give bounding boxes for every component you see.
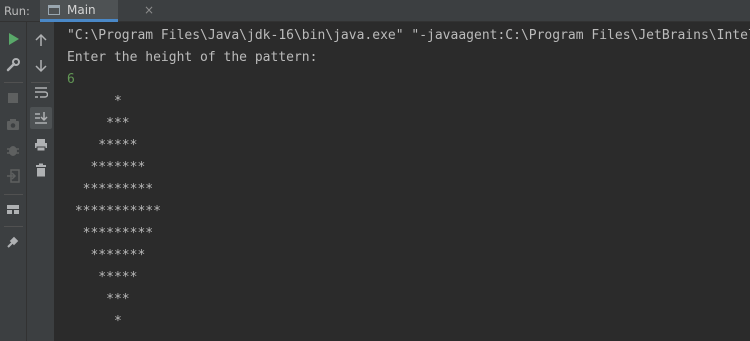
command-line: "C:\Program Files\Java\jdk-16\bin\java.e…: [67, 28, 750, 43]
debug-icon: [7, 146, 19, 156]
rerun-icon: [9, 33, 19, 45]
exit-icon: [7, 169, 20, 183]
trash-icon: [36, 163, 46, 177]
stop-button[interactable]: [2, 87, 24, 109]
layout-button[interactable]: [2, 198, 24, 220]
rerun-button[interactable]: [2, 28, 24, 50]
previous-occurrence-button[interactable]: [30, 29, 52, 51]
wrench-icon: [6, 58, 20, 72]
scroll-to-end-icon: [35, 112, 48, 124]
camera-icon: [7, 119, 19, 130]
output-line: *: [67, 314, 122, 329]
output-line: *****: [67, 270, 138, 285]
print-icon: [35, 139, 47, 152]
close-icon[interactable]: ×: [144, 3, 154, 17]
scroll-to-end-button[interactable]: [30, 107, 52, 129]
output-line: *******: [67, 248, 146, 263]
layout-icon: [7, 205, 19, 214]
next-occurrence-button[interactable]: [30, 55, 52, 77]
soft-wrap-icon: [35, 87, 48, 98]
output-line: *******: [67, 160, 146, 175]
output-line: *: [67, 94, 122, 109]
toolbar-separator: [4, 226, 23, 227]
user-input-line: 6: [67, 72, 75, 87]
pin-icon: [7, 236, 19, 248]
output-line: ***: [67, 116, 130, 131]
print-button[interactable]: [30, 134, 52, 156]
soft-wrap-button[interactable]: [30, 81, 52, 103]
run-header: Run: Main ×: [0, 0, 750, 22]
console-window-icon: [48, 5, 60, 15]
output-line: ***: [67, 292, 130, 307]
edit-configuration-button[interactable]: [2, 54, 24, 76]
tab-main[interactable]: Main ×: [40, 0, 154, 22]
run-label: Run:: [4, 4, 30, 18]
tab-main-label: Main: [67, 3, 96, 17]
toolbar-separator: [4, 194, 23, 195]
output-line: *****: [67, 138, 138, 153]
prompt-line: Enter the height of the pattern:: [67, 50, 318, 65]
arrow-down-icon: [35, 60, 47, 73]
stop-icon: [8, 93, 18, 103]
debug-button[interactable]: [2, 139, 24, 161]
exit-button[interactable]: [2, 165, 24, 187]
clear-all-button[interactable]: [30, 159, 52, 181]
console-toolbar: [27, 22, 55, 341]
run-toolbar-left: [0, 22, 27, 341]
output-line: *********: [67, 226, 154, 241]
output-line: *********: [67, 182, 154, 197]
arrow-up-icon: [35, 33, 47, 46]
console-output[interactable]: "C:\Program Files\Java\jdk-16\bin\java.e…: [55, 22, 750, 341]
output-line: ***********: [67, 204, 161, 219]
pin-tab-button[interactable]: [2, 231, 24, 253]
toolbar-separator: [4, 82, 23, 83]
dump-threads-button[interactable]: [2, 113, 24, 135]
